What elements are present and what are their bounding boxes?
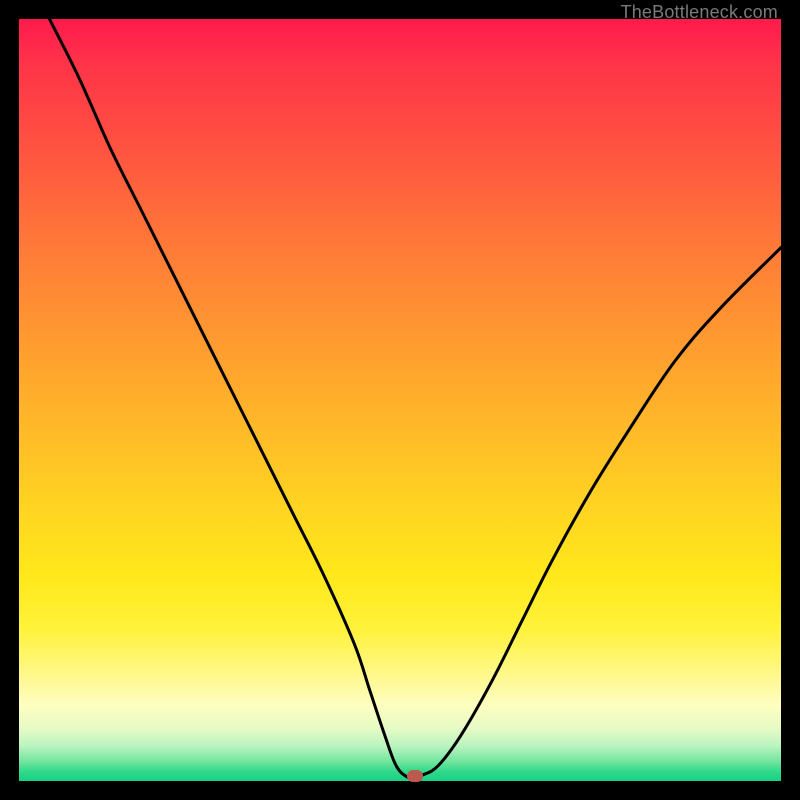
optimal-point-marker <box>407 770 423 782</box>
plot-area <box>19 19 781 781</box>
bottleneck-curve <box>19 19 781 781</box>
watermark-text: TheBottleneck.com <box>621 2 778 23</box>
chart-frame: TheBottleneck.com <box>0 0 800 800</box>
